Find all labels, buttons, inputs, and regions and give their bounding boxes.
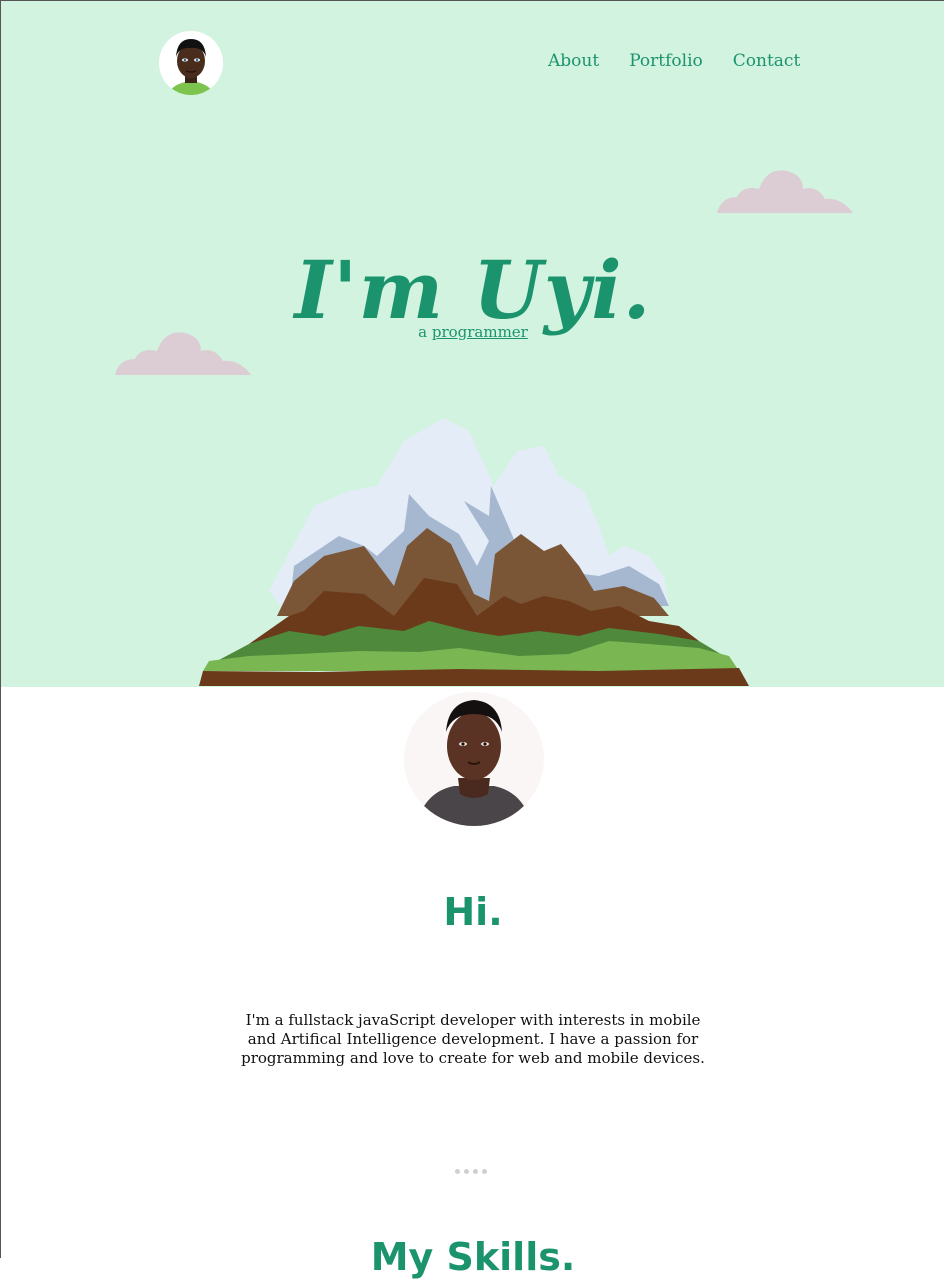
nav-link-portfolio[interactable]: Portfolio (629, 51, 703, 71)
mountain-illustration-icon (199, 418, 749, 686)
cloud-icon (717, 170, 853, 213)
divider-dot (455, 1169, 460, 1174)
about-heading: Hi. (443, 889, 503, 934)
skills-heading: My Skills. (370, 1234, 576, 1279)
section-divider (455, 1169, 487, 1174)
divider-dot (473, 1169, 478, 1174)
main-nav: About Portfolio Contact (548, 51, 830, 71)
divider-dot (482, 1169, 487, 1174)
avatar-illustration-icon (159, 31, 223, 95)
subtitle-prefix: a (418, 323, 432, 341)
subtitle-role[interactable]: programmer (432, 323, 528, 341)
cloud-icon (115, 332, 251, 375)
nav-link-about[interactable]: About (548, 51, 599, 71)
about-bio: I'm a fullstack javaScript developer wit… (241, 1011, 705, 1067)
logo-avatar[interactable] (159, 31, 223, 95)
hero-section: About Portfolio Contact I'm Uyi. a progr… (1, 0, 944, 687)
person-portrait-icon (404, 692, 544, 826)
profile-photo (404, 692, 544, 826)
divider-dot (464, 1169, 469, 1174)
nav-link-contact[interactable]: Contact (733, 51, 801, 71)
